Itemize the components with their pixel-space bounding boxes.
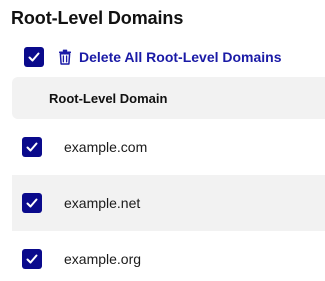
checkmark-icon <box>26 254 38 264</box>
delete-all-label: Delete All Root-Level Domains <box>79 49 282 65</box>
table-row: example.org <box>12 231 325 281</box>
select-all-checkbox[interactable] <box>24 47 44 67</box>
row-checkbox[interactable] <box>22 137 42 157</box>
root-level-domains-panel: Root-Level Domains Delete All Root-Level… <box>0 0 325 281</box>
checkmark-icon <box>26 142 38 152</box>
page-title: Root-Level Domains <box>11 8 184 28</box>
delete-all-button[interactable]: Delete All Root-Level Domains <box>58 49 282 65</box>
column-header-root-level-domain: Root-Level Domain <box>49 90 168 106</box>
row-checkbox[interactable] <box>22 193 42 213</box>
bulk-action-bar: Delete All Root-Level Domains <box>24 46 282 68</box>
table-header: Root-Level Domain <box>12 77 325 119</box>
table-row: example.net <box>12 175 325 231</box>
domain-name: example.com <box>64 139 148 155</box>
checkmark-icon <box>28 52 40 62</box>
domain-name: example.org <box>64 251 142 267</box>
table-row: example.com <box>12 119 325 175</box>
domains-table: Root-Level Domain example.com example.ne… <box>12 77 325 281</box>
checkmark-icon <box>26 198 38 208</box>
domain-name: example.net <box>64 195 141 211</box>
trash-icon <box>58 49 72 65</box>
row-checkbox[interactable] <box>22 249 42 269</box>
